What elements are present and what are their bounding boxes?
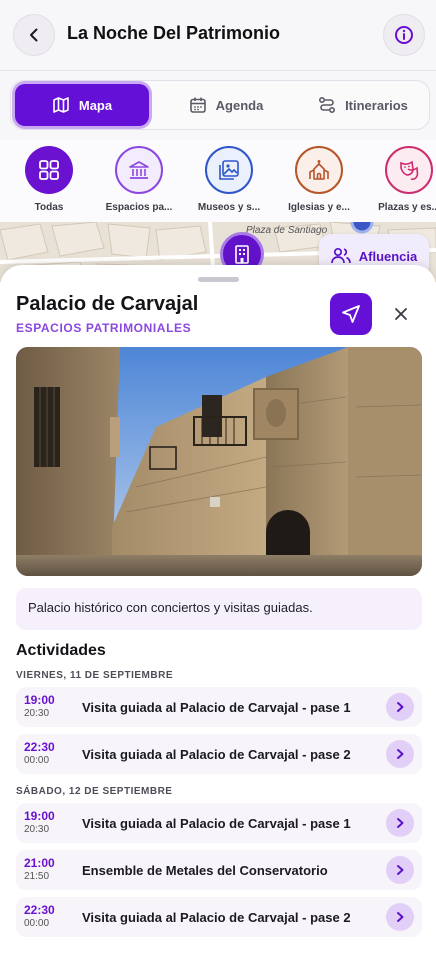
place-description: Palacio histórico con conciertos y visit…	[16, 588, 422, 630]
category-label: Museos y s...	[197, 202, 261, 213]
calendar-icon	[189, 97, 206, 113]
info-button[interactable]	[383, 14, 425, 56]
category-iglesias[interactable]: Iglesias y e...	[271, 146, 367, 213]
activity-name: Ensemble de Metales del Conservatorio	[82, 863, 328, 878]
activity-start-time: 22:30	[24, 740, 55, 754]
church-icon	[309, 160, 329, 180]
category-museos[interactable]: Museos y s...	[181, 146, 277, 213]
activity-row[interactable]: 21:00 21:50 Ensemble de Metales del Cons…	[16, 850, 422, 890]
activity-start-time: 21:00	[24, 856, 55, 870]
activity-row[interactable]: 19:00 20:30 Visita guiada al Palacio de …	[16, 803, 422, 843]
activity-name: Visita guiada al Palacio de Carvajal - p…	[82, 816, 351, 831]
grid-icon	[39, 160, 59, 180]
theater-masks-icon	[400, 160, 419, 181]
activity-end-time: 00:00	[24, 755, 50, 766]
image-gallery-icon	[219, 160, 239, 180]
tab-agenda[interactable]: Agenda	[161, 84, 291, 126]
category-iglesias-circle	[295, 146, 343, 194]
navigate-button[interactable]	[330, 293, 372, 335]
category-plazas-circle	[385, 146, 433, 194]
museum-building-icon	[129, 161, 149, 179]
place-category: ESPACIOS PATRIMONIALES	[16, 321, 192, 335]
back-button[interactable]	[13, 14, 55, 56]
tab-mapa-label: Mapa	[78, 97, 113, 113]
activity-row[interactable]: 22:30 00:00 Visita guiada al Palacio de …	[16, 734, 422, 774]
close-icon	[395, 308, 407, 320]
activity-open-button[interactable]	[386, 903, 414, 931]
view-tabs-bar: Mapa Agenda Itinerarios	[0, 70, 436, 140]
activity-end-time: 20:30	[24, 708, 50, 719]
category-label: Iglesias y e...	[288, 202, 350, 213]
chevron-right-icon	[397, 749, 404, 759]
info-icon	[395, 26, 413, 44]
place-detail-sheet: Palacio de Carvajal ESPACIOS PATRIMONIAL…	[0, 265, 436, 954]
activity-open-button[interactable]	[386, 740, 414, 768]
place-photo	[16, 347, 422, 576]
activity-row[interactable]: 22:30 00:00 Visita guiada al Palacio de …	[16, 897, 422, 937]
sheet-drag-handle[interactable]	[198, 277, 239, 282]
map-street-label: Plaza de Santiago	[246, 225, 328, 236]
activities-heading: Actividades	[16, 642, 106, 659]
activity-name: Visita guiada al Palacio de Carvajal - p…	[82, 700, 351, 715]
place-name: Palacio de Carvajal	[16, 293, 199, 315]
category-filter-strip: Todas Espacios pa... Museos y s... Igles…	[0, 140, 436, 222]
activity-start-time: 22:30	[24, 903, 55, 917]
chevron-right-icon	[397, 865, 404, 875]
activity-open-button[interactable]	[386, 856, 414, 884]
category-todas[interactable]: Todas	[1, 146, 97, 213]
tab-mapa[interactable]: Mapa	[15, 84, 149, 126]
chevron-left-icon	[30, 28, 38, 42]
navigation-arrow-icon	[342, 305, 360, 323]
activity-start-time: 19:00	[24, 693, 55, 707]
activity-open-button[interactable]	[386, 809, 414, 837]
page-title: La Noche Del Patrimonio	[67, 23, 281, 43]
building-icon	[235, 245, 249, 264]
day-label: SÁBADO, 12 DE SEPTIEMBRE	[16, 786, 173, 797]
people-icon	[330, 247, 351, 264]
chevron-right-icon	[397, 702, 404, 712]
category-label: Espacios pa...	[105, 202, 173, 213]
tab-itinerarios-label: Itinerarios	[345, 97, 408, 113]
activity-open-button[interactable]	[386, 693, 414, 721]
day-label: VIERNES, 11 DE SEPTIEMBRE	[16, 670, 173, 681]
map-icon	[53, 97, 69, 113]
activity-name: Visita guiada al Palacio de Carvajal - p…	[82, 747, 351, 762]
activity-end-time: 21:50	[24, 871, 50, 882]
chevron-right-icon	[397, 818, 404, 828]
category-plazas[interactable]: Plazas y es...	[361, 146, 436, 213]
view-tabs: Mapa Agenda Itinerarios	[10, 80, 430, 130]
chevron-right-icon	[397, 912, 404, 922]
activity-end-time: 00:00	[24, 918, 50, 929]
activity-name: Visita guiada al Palacio de Carvajal - p…	[82, 910, 351, 925]
category-label: Plazas y es...	[378, 202, 436, 213]
afluencia-label: Afluencia	[358, 248, 418, 264]
tab-agenda-label: Agenda	[215, 97, 264, 113]
category-museos-circle	[205, 146, 253, 194]
category-espacios-circle	[115, 146, 163, 194]
close-button[interactable]	[388, 301, 414, 327]
app-header: La Noche Del Patrimonio	[0, 0, 436, 70]
activity-start-time: 19:00	[24, 809, 55, 823]
category-label: Todas	[34, 202, 64, 213]
category-espacios[interactable]: Espacios pa...	[91, 146, 187, 213]
activity-end-time: 20:30	[24, 824, 50, 835]
category-todas-circle	[25, 146, 73, 194]
route-icon	[319, 96, 336, 114]
activity-row[interactable]: 19:00 20:30 Visita guiada al Palacio de …	[16, 687, 422, 727]
tab-itinerarios[interactable]: Itinerarios	[301, 84, 425, 126]
palace-photo-illustration	[16, 347, 422, 576]
